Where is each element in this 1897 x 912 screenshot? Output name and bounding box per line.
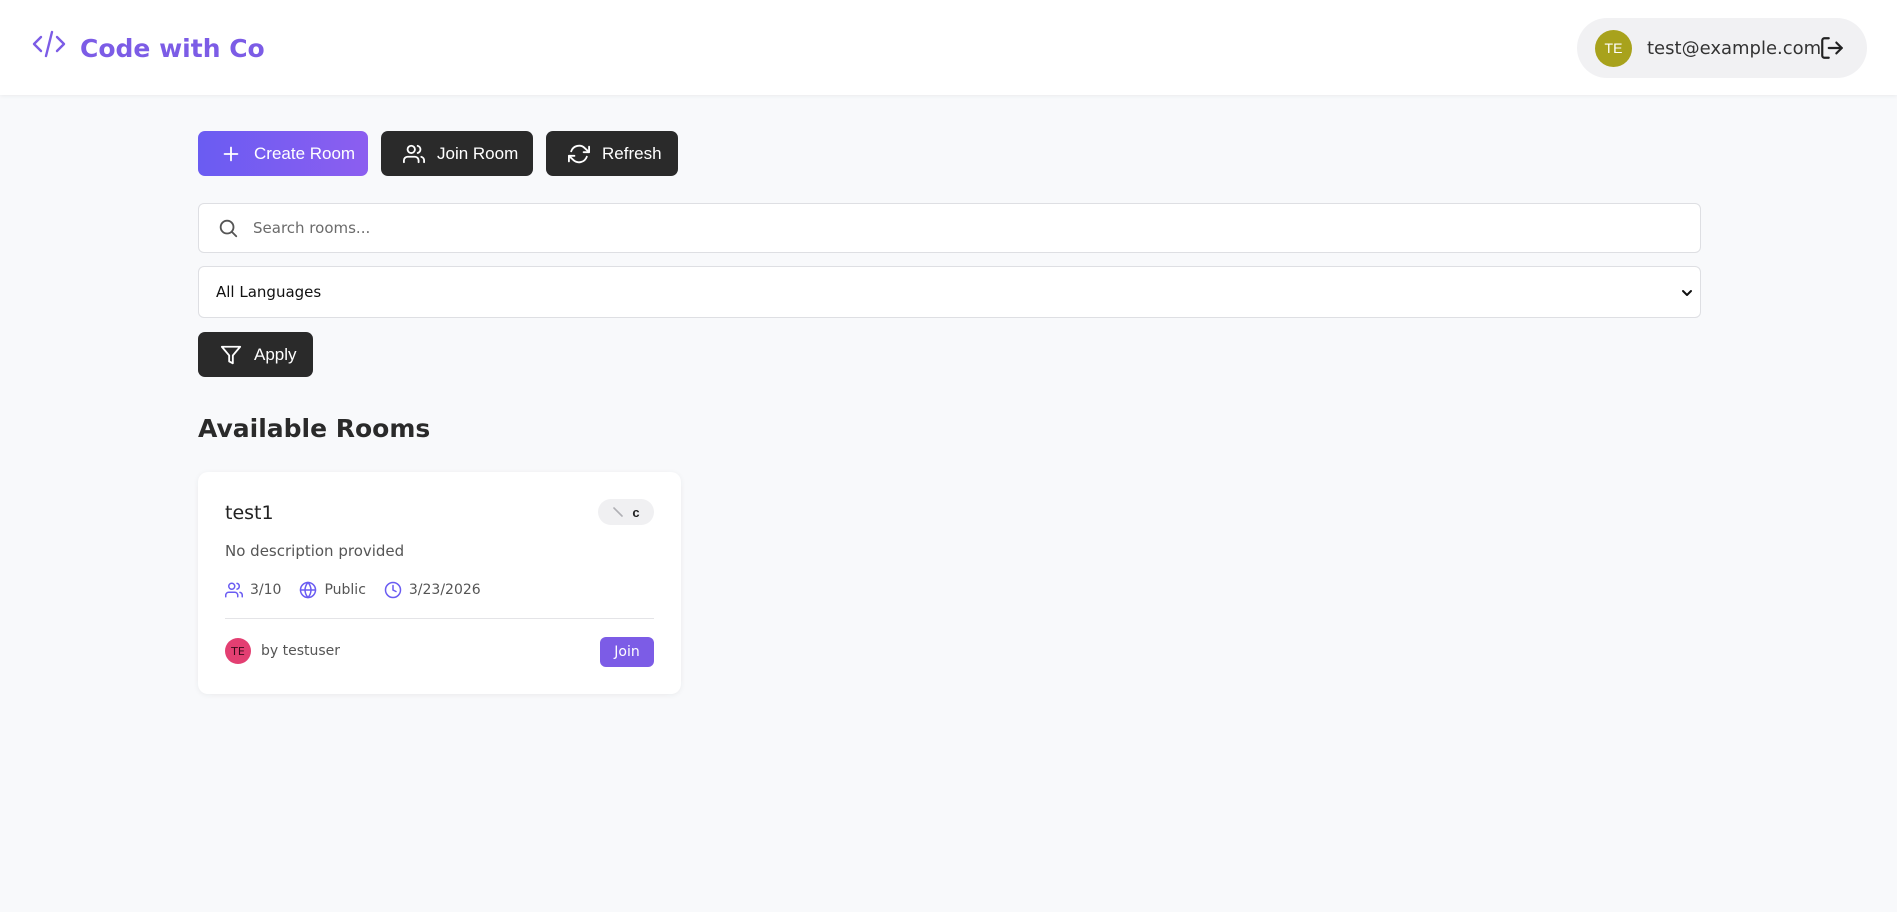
brand-name: Code with Co xyxy=(80,34,265,63)
created-date: 3/23/2026 xyxy=(384,581,481,599)
apply-filter-button[interactable]: Apply xyxy=(198,332,313,377)
search-input[interactable] xyxy=(253,219,1653,237)
owner-avatar: TE xyxy=(225,638,251,664)
join-room-button[interactable]: Join Room xyxy=(381,131,533,176)
date-text: 3/23/2026 xyxy=(408,582,481,598)
create-room-label: Create Room xyxy=(254,143,356,163)
filter-icon xyxy=(220,345,242,364)
user-avatar: TE xyxy=(1595,29,1632,67)
section-title: Available Rooms xyxy=(198,414,431,443)
language-select-value: All Languages xyxy=(216,283,322,301)
user-email: test@example.com xyxy=(1647,37,1822,59)
join-room-label: Join Room xyxy=(437,143,519,163)
participants-count: 3/10 xyxy=(225,581,281,599)
room-owner: TE by testuser xyxy=(225,638,340,664)
chevron-down-icon xyxy=(1682,290,1692,296)
card-divider xyxy=(225,618,654,619)
room-name: test1 xyxy=(225,502,274,524)
participants-text: 3/10 xyxy=(250,582,282,598)
search-icon xyxy=(219,219,238,238)
visibility-text: Public xyxy=(324,582,366,598)
users-icon xyxy=(403,144,425,163)
visibility: Public xyxy=(299,581,366,599)
clock-icon xyxy=(384,581,402,599)
apply-label: Apply xyxy=(254,344,297,364)
owner-name: by testuser xyxy=(261,643,341,659)
globe-icon xyxy=(300,581,317,599)
user-menu: TE test@example.com xyxy=(1577,18,1867,78)
code-icon xyxy=(32,30,66,57)
refresh-button[interactable]: Refresh xyxy=(546,131,678,176)
language-badge: c xyxy=(598,499,654,525)
create-room-button[interactable]: Create Room xyxy=(198,131,368,176)
language-icon xyxy=(613,507,624,517)
room-description: No description provided xyxy=(225,542,405,560)
language-badge-label: c xyxy=(632,504,640,520)
refresh-label: Refresh xyxy=(602,143,662,163)
room-card[interactable]: test1 c No description provided 3/10 Pub… xyxy=(198,472,681,694)
refresh-icon xyxy=(568,144,590,163)
logout-icon[interactable] xyxy=(1819,35,1845,61)
users-icon xyxy=(225,582,243,598)
join-button[interactable]: Join xyxy=(600,637,654,667)
search-bar xyxy=(198,203,1701,253)
top-header: Code with Co TE test@example.com xyxy=(0,0,1897,95)
room-meta: 3/10 Public 3/23/2026 xyxy=(225,581,499,599)
brand-logo[interactable]: Code with Co xyxy=(32,24,265,63)
plus-icon xyxy=(223,146,239,161)
language-select[interactable]: All Languages xyxy=(198,266,1701,318)
